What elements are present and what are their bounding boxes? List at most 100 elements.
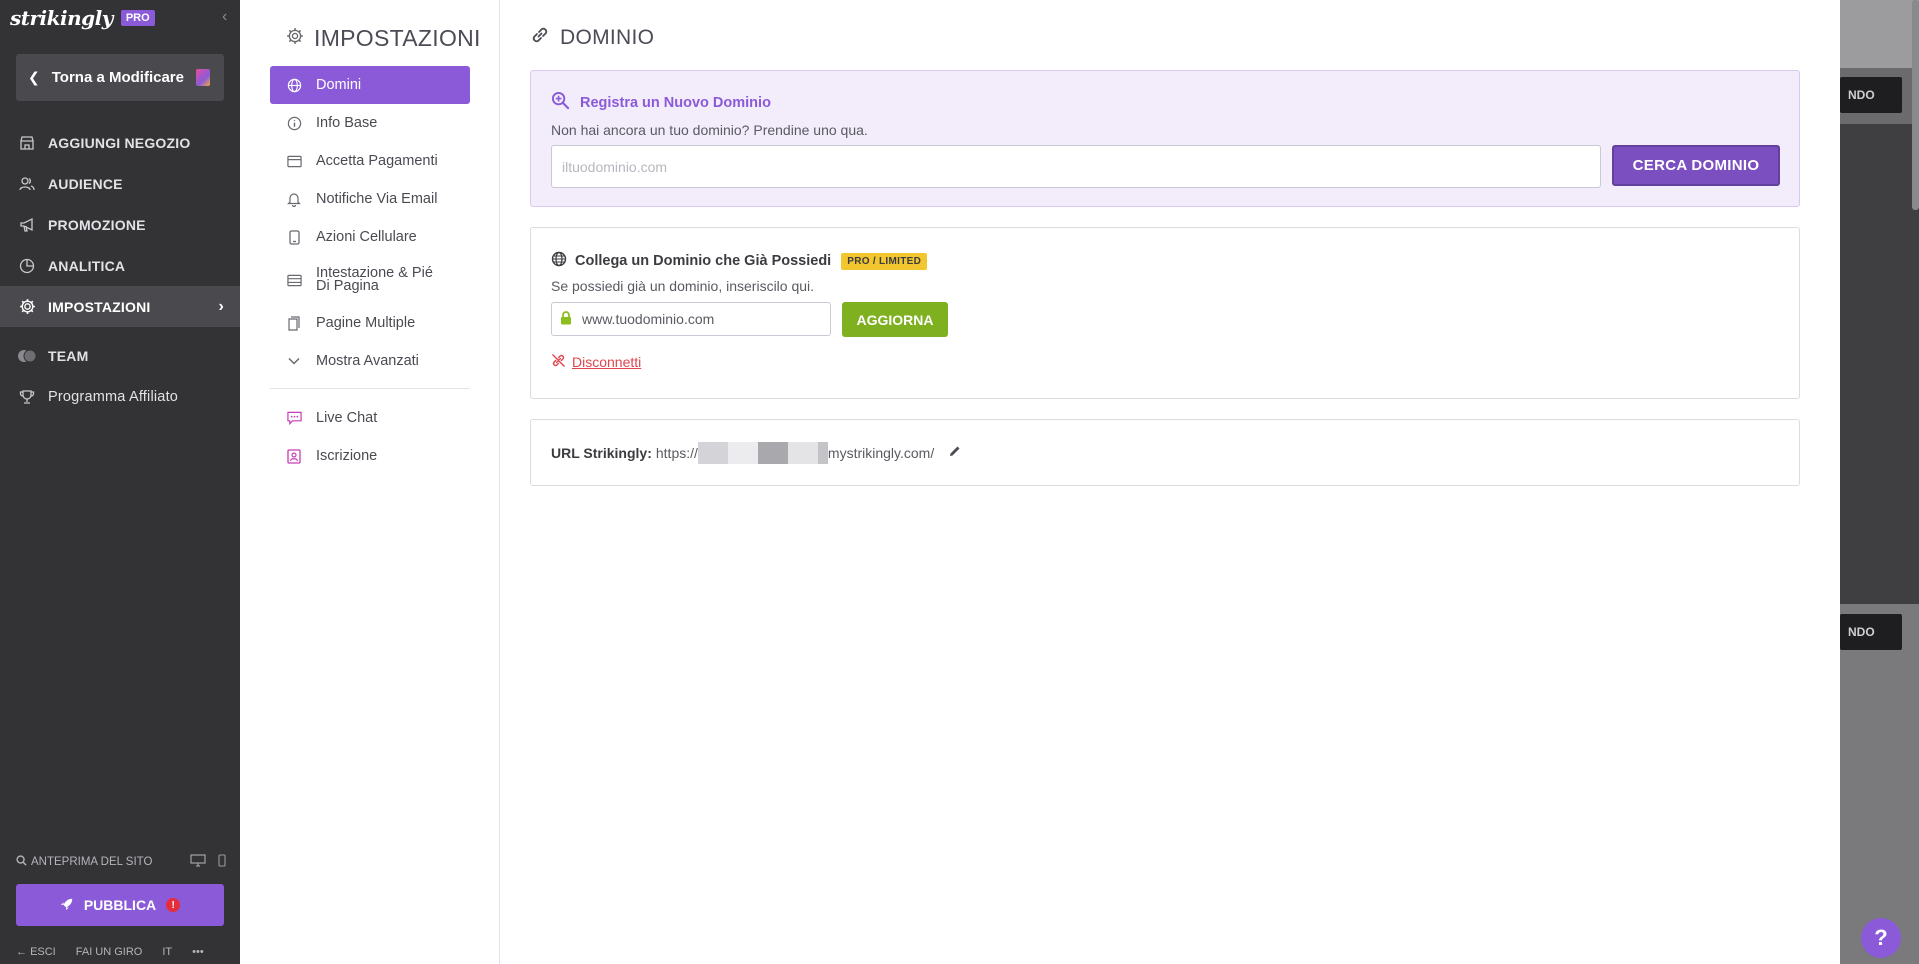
domain-search-input[interactable]: iltuodominio.com (551, 145, 1601, 188)
contact-icon (286, 448, 302, 464)
settings-item-label: Accetta Pagamenti (316, 153, 438, 169)
main-content: DOMINIO Registra un Nuovo Dominio Non ha… (530, 0, 1800, 964)
disconnect-link[interactable]: Disconnetti (551, 353, 641, 371)
info-icon (286, 116, 302, 131)
editor-backdrop: NDO NDO (1840, 0, 1919, 964)
pro-limited-badge: PRO / LIMITED (841, 252, 928, 270)
sidebar-item-programma-affiliato[interactable]: Programma Affiliato (0, 376, 240, 417)
sidebar-footer: ← ESCI FAI UN GIRO IT ••• (16, 946, 204, 958)
register-domain-heading: Registra un Nuovo Dominio (551, 91, 868, 114)
sidebar-item-label: IMPOSTAZIONI (48, 298, 151, 315)
site-preview-row[interactable]: ANTEPRIMA DEL SITO (16, 854, 226, 870)
sidebar-item-label: PROMOZIONE (48, 216, 146, 233)
back-to-editor-label: Torna a Modificare (51, 69, 184, 86)
settings-item-label: Domini (316, 77, 362, 93)
language-select[interactable]: IT (162, 946, 172, 958)
sidebar-item-team[interactable]: TEAM (0, 335, 240, 376)
register-domain-desc: Non hai ancora un tuo dominio? Prendine … (551, 122, 868, 138)
layout-icon (286, 274, 302, 287)
settings-menu: Domini Info Base Accetta Pagamenti Notif… (270, 66, 470, 475)
megaphone-icon (16, 217, 38, 233)
update-domain-button[interactable]: AGGIORNA (842, 302, 948, 337)
bell-icon (286, 192, 302, 207)
settings-item-notifiche-email[interactable]: Notifiche Via Email (270, 180, 470, 218)
desktop-icon[interactable] (190, 854, 206, 870)
connect-domain-heading: Collega un Dominio che Già Possiedi PRO … (551, 251, 928, 271)
collapse-sidebar-icon[interactable]: ‹ (222, 8, 227, 26)
settings-item-label: Info Base (316, 115, 378, 131)
sidebar-item-label: Programma Affiliato (48, 388, 179, 405)
domain-search-placeholder: iltuodominio.com (562, 158, 668, 175)
settings-item-label: Notifiche Via Email (316, 191, 438, 207)
settings-item-domini[interactable]: Domini (270, 66, 470, 104)
settings-item-label: Mostra Avanzati (316, 353, 419, 369)
sidebar-item-aggiungi-negozio[interactable]: AGGIUNGI NEGOZIO (0, 122, 240, 163)
sidebar-item-label: AUDIENCE (48, 175, 123, 192)
url-prefix: https:// (655, 444, 698, 461)
url-label: URL Strikingly: (551, 444, 652, 461)
sidebar-item-impostazioni[interactable]: IMPOSTAZIONI › (0, 286, 240, 327)
search-domain-button[interactable]: CERCA DOMINIO (1612, 145, 1780, 186)
connect-domain-card: Collega un Dominio che Già Possiedi PRO … (530, 227, 1800, 399)
strikingly-logo: strikingly (10, 6, 113, 30)
disconnect-label: Disconnetti (572, 354, 642, 370)
more-icon[interactable]: ••• (192, 946, 204, 958)
mobile-icon (286, 229, 302, 245)
gear-icon (16, 298, 38, 315)
page-icon (196, 69, 210, 86)
globe-icon (286, 78, 302, 93)
back-to-editor-button[interactable]: ❮ Torna a Modificare (16, 54, 224, 101)
store-icon (16, 135, 38, 151)
domain-input[interactable]: www.tuodominio.com (551, 302, 831, 336)
publish-label: PUBBLICA (83, 897, 157, 913)
chat-icon (286, 411, 302, 425)
mobile-icon[interactable] (218, 854, 226, 870)
page-title: DOMINIO (560, 26, 655, 49)
connect-domain-title: Collega un Dominio che Già Possiedi (575, 253, 832, 269)
users-icon (16, 176, 38, 192)
chevron-left-icon: ❮ (28, 69, 40, 85)
pages-icon (286, 315, 302, 331)
settings-panel: IMPOSTAZIONI Domini Info Base Accetta Pa… (240, 0, 500, 964)
rocket-icon (60, 897, 74, 914)
settings-item-intestazione[interactable]: Intestazione & Pié Di Pagina (270, 256, 470, 304)
sidebar-item-audience[interactable]: AUDIENCE (0, 163, 240, 204)
globe-icon (551, 251, 567, 271)
sidebar-item-label: TEAM (48, 347, 89, 364)
settings-item-mostra-avanzati[interactable]: Mostra Avanzati (270, 342, 470, 380)
sidebar-item-promozione[interactable]: PROMOZIONE (0, 204, 240, 245)
sidebar-item-label: AGGIUNGI NEGOZIO (48, 134, 191, 151)
settings-item-iscrizione[interactable]: Iscrizione (270, 437, 470, 475)
team-icon (16, 348, 38, 364)
search-icon (16, 855, 27, 869)
pencil-icon[interactable] (948, 444, 962, 461)
site-preview-label: ANTEPRIMA DEL SITO (31, 856, 153, 868)
tour-link[interactable]: FAI UN GIRO (76, 946, 143, 958)
register-domain-card: Registra un Nuovo Dominio Non hai ancora… (530, 70, 1800, 207)
settings-header: IMPOSTAZIONI (286, 25, 481, 52)
pro-badge: PRO (120, 10, 155, 26)
backdrop-button-top: NDO (1840, 77, 1902, 113)
publish-button[interactable]: PUBBLICA ! (16, 884, 224, 926)
settings-item-pagine-multiple[interactable]: Pagine Multiple (270, 304, 470, 342)
sidebar-item-label: ANALITICA (48, 257, 126, 274)
settings-item-info-base[interactable]: Info Base (270, 104, 470, 142)
strikingly-url-card: URL Strikingly: https:// mystrikingly.co… (530, 419, 1800, 486)
help-button[interactable]: ? (1861, 918, 1901, 958)
settings-item-accetta-pagamenti[interactable]: Accetta Pagamenti (270, 142, 470, 180)
page-header: DOMINIO (530, 25, 654, 51)
brand: strikingly PRO (10, 6, 155, 30)
exit-link[interactable]: ← ESCI (16, 946, 56, 958)
settings-item-live-chat[interactable]: Live Chat (270, 399, 470, 437)
register-domain-title: Registra un Nuovo Dominio (580, 94, 771, 111)
unlink-icon (551, 353, 566, 371)
settings-item-label: Azioni Cellulare (316, 229, 417, 245)
gear-icon (286, 27, 304, 51)
settings-item-azioni-cellulare[interactable]: Azioni Cellulare (270, 218, 470, 256)
scrollbar[interactable] (1912, 0, 1919, 210)
settings-divider (270, 388, 470, 389)
pie-chart-icon (16, 258, 38, 274)
warning-icon: ! (166, 898, 181, 912)
sidebar-item-analitica[interactable]: ANALITICA (0, 245, 240, 286)
chevron-right-icon: › (218, 297, 224, 315)
